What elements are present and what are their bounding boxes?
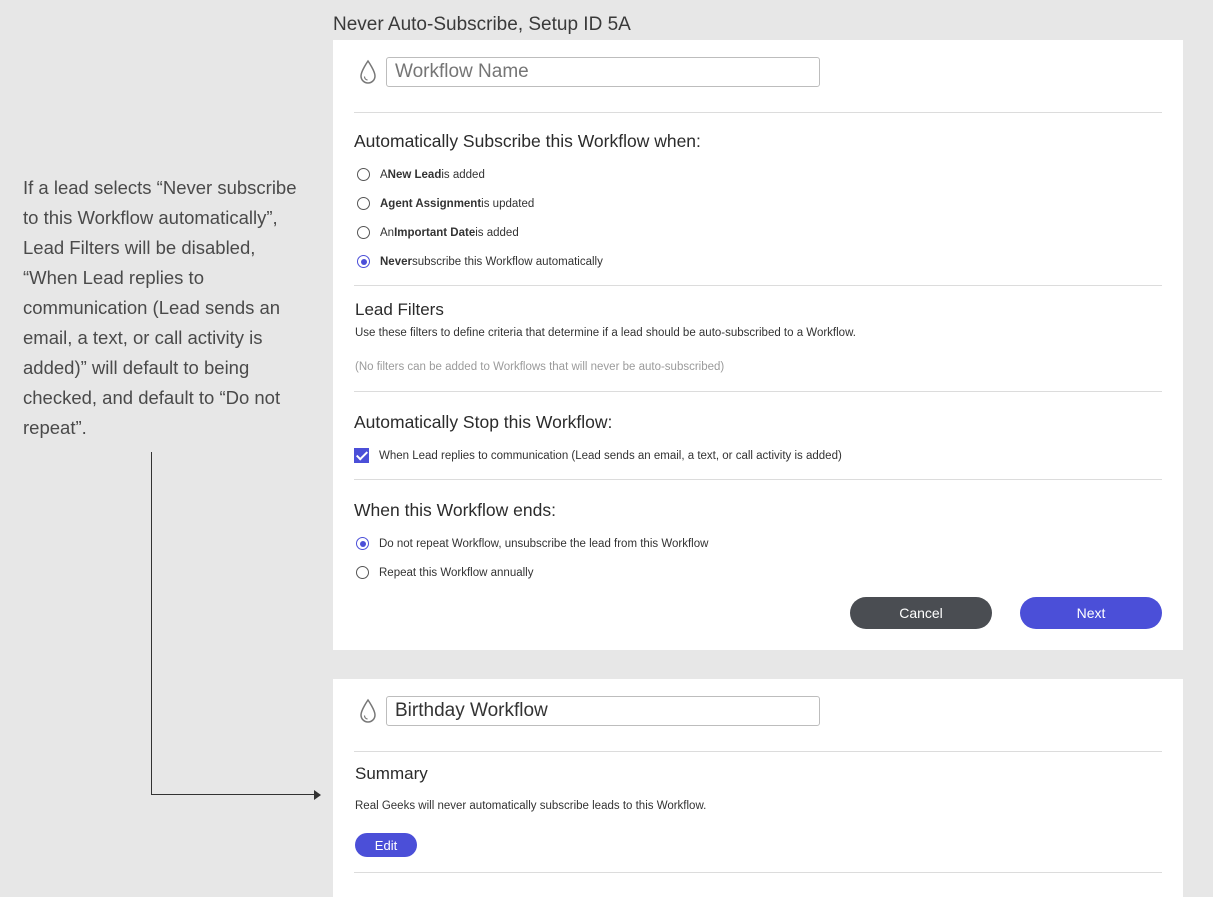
radio-button[interactable] <box>357 226 370 239</box>
radio-button-selected[interactable] <box>357 255 370 268</box>
divider <box>354 751 1162 752</box>
radio-button[interactable] <box>357 197 370 210</box>
drop-icon <box>360 698 376 723</box>
divider <box>354 391 1162 392</box>
connector-line-horizontal <box>151 794 317 795</box>
lead-filters-description: Use these filters to define criteria tha… <box>355 327 856 339</box>
workflow-name-row <box>358 57 820 87</box>
ends-section-title: When this Workflow ends: <box>354 500 556 520</box>
next-button[interactable]: Next <box>1020 597 1162 629</box>
workflow-summary-card: Summary Real Geeks will never automatica… <box>333 679 1183 897</box>
drop-icon <box>360 59 376 84</box>
divider <box>354 479 1162 480</box>
ends-option-do-not-repeat[interactable]: Do not repeat Workflow, unsubscribe the … <box>356 537 708 550</box>
summary-text: Real Geeks will never automatically subs… <box>355 800 707 812</box>
subscribe-option-new-lead[interactable]: A New Lead is added <box>357 168 485 181</box>
page-title: Never Auto-Subscribe, Setup ID 5A <box>333 14 631 35</box>
workflow-setup-card: Automatically Subscribe this Workflow wh… <box>333 40 1183 650</box>
cancel-button[interactable]: Cancel <box>850 597 992 629</box>
workflow-name-input[interactable] <box>386 696 820 726</box>
subscribe-option-important-date[interactable]: An Important Date is added <box>357 226 519 239</box>
summary-title: Summary <box>355 764 428 783</box>
stop-section-title: Automatically Stop this Workflow: <box>354 412 613 432</box>
subscribe-section-title: Automatically Subscribe this Workflow wh… <box>354 131 701 151</box>
lead-filters-title: Lead Filters <box>355 300 444 319</box>
stop-option-lead-replies[interactable]: When Lead replies to communication (Lead… <box>354 448 842 463</box>
edit-button[interactable]: Edit <box>355 833 417 857</box>
radio-button-selected[interactable] <box>356 537 369 550</box>
ends-option-repeat-annually[interactable]: Repeat this Workflow annually <box>356 566 533 579</box>
subscribe-option-agent-assignment[interactable]: Agent Assignment is updated <box>357 197 534 210</box>
divider <box>354 872 1162 873</box>
subscribe-option-never[interactable]: Never subscribe this Workflow automatica… <box>357 255 603 268</box>
lead-filters-disabled-note: (No filters can be added to Workflows th… <box>355 361 725 373</box>
annotation-note: If a lead selects “Never subscribe to th… <box>23 177 297 438</box>
radio-button[interactable] <box>356 566 369 579</box>
workflow-name-input[interactable] <box>386 57 820 87</box>
connector-arrow-icon <box>314 790 321 800</box>
divider <box>354 112 1162 113</box>
radio-button[interactable] <box>357 168 370 181</box>
checkbox-checked[interactable] <box>354 448 369 463</box>
divider <box>354 285 1162 286</box>
connector-line-vertical <box>151 452 152 795</box>
workflow-name-row <box>358 696 820 726</box>
